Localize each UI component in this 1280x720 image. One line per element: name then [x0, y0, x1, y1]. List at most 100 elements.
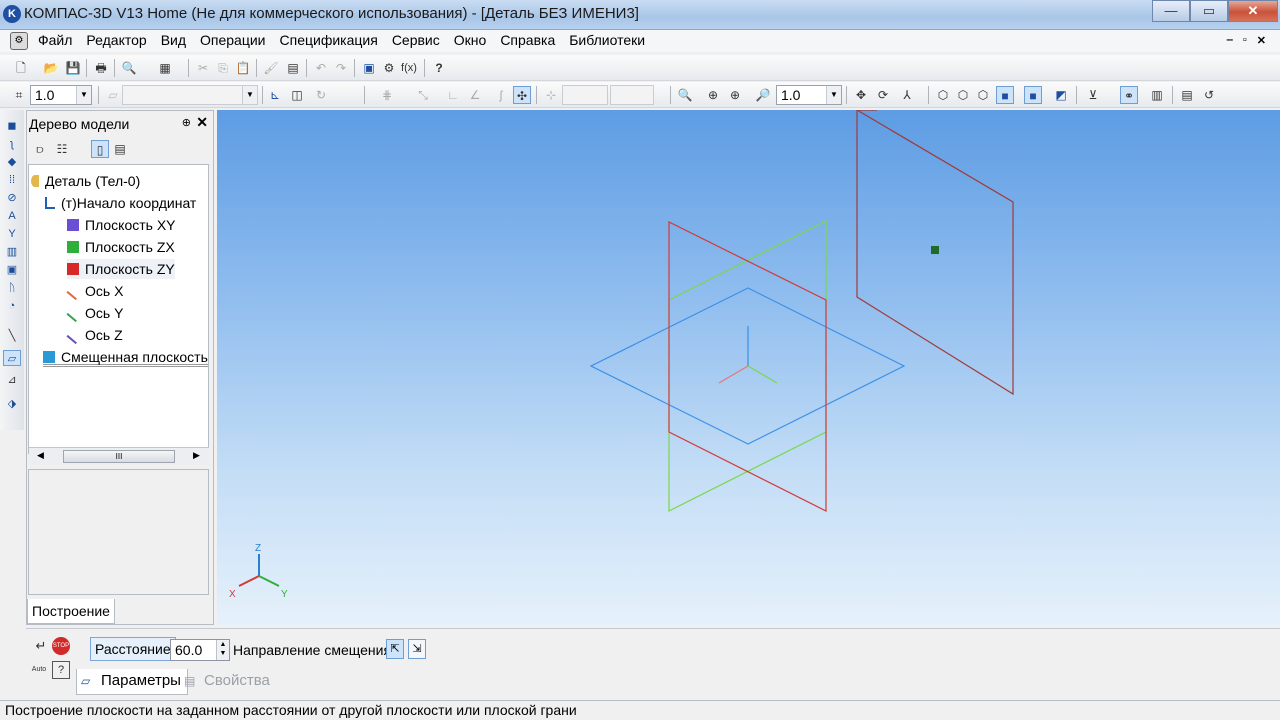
libraries-icon[interactable]: ⚙ [380, 59, 398, 77]
trace-icon[interactable]: ⚭ [1120, 86, 1138, 104]
zoom-all-icon[interactable]: 🔍 [676, 86, 694, 104]
coord-x-field[interactable] [562, 85, 608, 105]
3d-viewport[interactable]: Z X Y [217, 110, 1280, 625]
menu-view[interactable]: Вид [161, 32, 193, 48]
copy-icon[interactable]: ⎘ [214, 59, 232, 77]
tab-construction[interactable]: Построение [27, 599, 115, 624]
snap-icon[interactable]: ⌗ [10, 86, 28, 104]
aux-geometry-icon[interactable]: ⊘ [3, 190, 21, 206]
undo-icon[interactable]: ↶ [312, 59, 330, 77]
shaded-icon[interactable]: ■ [996, 86, 1014, 104]
snap-active-icon[interactable]: ✣ [513, 86, 531, 104]
cut-icon[interactable]: ✂ [194, 59, 212, 77]
menu-help[interactable]: Справка [500, 32, 562, 48]
menu-file[interactable]: Файл [38, 32, 79, 48]
paste-icon[interactable]: 📋 [234, 59, 252, 77]
menu-libraries[interactable]: Библиотеки [569, 32, 652, 48]
cursor-icon[interactable]: ⤡ [414, 86, 432, 104]
tree-horizontal-scrollbar[interactable]: ◀ III ▶ [29, 447, 209, 465]
menu-editor[interactable]: Редактор [86, 32, 153, 48]
style-combo[interactable]: ▼ [122, 85, 258, 105]
report-icon[interactable]: ▤ [1178, 86, 1196, 104]
tab-properties[interactable]: ▤ Свойства [180, 669, 276, 695]
ortho-icon[interactable]: ∟ [444, 86, 462, 104]
tree-structure-icon[interactable]: ⫐ [31, 140, 49, 158]
reports-icon[interactable]: ◔ [3, 298, 21, 314]
local-cs-icon[interactable]: ⊾ [266, 86, 284, 104]
zoom-window-icon[interactable]: ⊕ [704, 86, 722, 104]
tree-view-icon[interactable]: ▯ [91, 140, 109, 158]
doc-close-button[interactable]: ✕ [1257, 34, 1266, 47]
tree-node-part[interactable]: Деталь (Тел-0) [31, 171, 140, 191]
hidden-lines-icon[interactable]: ⬡ [954, 86, 972, 104]
line-icon[interactable]: ╲ [3, 328, 21, 344]
menu-service[interactable]: Сервис [392, 32, 447, 48]
coord-y-field[interactable] [610, 85, 654, 105]
scroll-right-icon[interactable]: ▶ [193, 450, 200, 461]
variables-icon[interactable]: f(x) [400, 59, 418, 77]
help-icon[interactable]: ? [430, 59, 448, 77]
format-brush-icon[interactable]: 🖌 [262, 59, 280, 77]
help-icon[interactable]: ? [52, 661, 70, 679]
distance-input[interactable]: 60.0 ▲ ▼ [170, 639, 230, 661]
tree-node-origin[interactable]: (т)Начало координат [33, 193, 196, 213]
tree-node-plane-xy[interactable]: Плоскость XY [67, 215, 176, 235]
doc-minimize-button[interactable]: ‒ [1227, 34, 1233, 47]
diagnostics-icon[interactable]: Y [3, 226, 21, 242]
pan-icon[interactable]: ✥ [852, 86, 870, 104]
manager-icon[interactable]: ▦ [156, 59, 174, 77]
sheet-metal-icon[interactable]: ▥ [3, 244, 21, 260]
auto-create-icon[interactable]: Auto [30, 661, 48, 679]
tree-node-axis-y[interactable]: Ось Y [66, 303, 123, 323]
angle-icon[interactable]: ∠ [466, 86, 484, 104]
plane-angle-icon[interactable]: ⬗ [3, 396, 21, 412]
tree-node-offset-plane[interactable]: Смещенная плоскость [43, 347, 208, 367]
minimize-button[interactable]: — [1152, 0, 1190, 22]
tree-node-axis-z[interactable]: Ось Z [66, 325, 123, 345]
sketch-icon[interactable]: ʃ [492, 86, 510, 104]
scroll-thumb[interactable]: III [63, 450, 175, 463]
dimensions-icon[interactable]: A [3, 208, 21, 224]
tree-doc-icon[interactable]: ▤ [111, 140, 129, 158]
layer-icon[interactable]: ▱ [104, 86, 122, 104]
wireframe-icon[interactable]: ⬡ [934, 86, 952, 104]
plane-3pts-icon[interactable]: ⊿ [3, 372, 21, 388]
manager-panel-icon[interactable]: ▣ [360, 59, 378, 77]
create-object-icon[interactable]: ↵ [32, 637, 50, 655]
offset-plane-tool-icon[interactable]: ▱ [3, 350, 21, 366]
close-button[interactable]: ✕ [1228, 0, 1278, 22]
rotate-view-icon[interactable]: ⟳ [874, 86, 892, 104]
distance-spinner[interactable]: ▲ ▼ [216, 640, 229, 660]
direction-reverse-button[interactable]: ⇲ [408, 639, 426, 659]
tree-node-plane-zx[interactable]: Плоскость ZX [67, 237, 175, 257]
menu-window[interactable]: Окно [454, 32, 494, 48]
properties-icon[interactable]: ▤ [284, 59, 302, 77]
shaded-edges-icon[interactable]: ■ [1024, 86, 1042, 104]
selection-filters-icon[interactable]: ▣ [3, 262, 21, 278]
spatial-curves-icon[interactable]: ʅ [3, 136, 21, 152]
doc-restore-button[interactable]: ▫ [1243, 34, 1247, 47]
scroll-left-icon[interactable]: ◀ [37, 450, 44, 461]
edit-part-icon[interactable]: ◼ [3, 118, 21, 134]
tree-node-axis-x[interactable]: Ось X [66, 281, 123, 301]
zoom-in-icon[interactable]: ⊕ [726, 86, 744, 104]
chevron-down-icon[interactable]: ▼ [242, 86, 257, 104]
preview-icon[interactable]: 🔍 [120, 59, 138, 77]
maximize-button[interactable]: ▭ [1190, 0, 1228, 22]
chevron-down-icon[interactable]: ▼ [76, 86, 91, 104]
pin-icon[interactable]: ⊕ [182, 116, 191, 129]
specification-icon[interactable]: ᚢ [3, 280, 21, 296]
offset-plane-handle[interactable] [931, 246, 939, 254]
thin-lines-icon[interactable]: ⬡ [974, 86, 992, 104]
new-document-icon[interactable]: 🗋 [12, 59, 30, 77]
zoom-scale-icon[interactable]: 🔎 [754, 86, 772, 104]
refresh-icon[interactable]: ↺ [1200, 86, 1218, 104]
print-icon[interactable]: 🖶 [92, 59, 110, 77]
zoom-combo[interactable]: 1.0 ▼ [776, 85, 842, 105]
direction-forward-button[interactable]: ⇱ [386, 639, 404, 659]
open-folder-icon[interactable]: 📂 [42, 59, 60, 77]
tree-close-icon[interactable]: ✕ [196, 114, 208, 131]
filter-icon[interactable]: ⊻ [1084, 86, 1102, 104]
tree-sort-icon[interactable]: ☷ [53, 140, 71, 158]
stop-icon[interactable]: STOP [52, 637, 70, 655]
